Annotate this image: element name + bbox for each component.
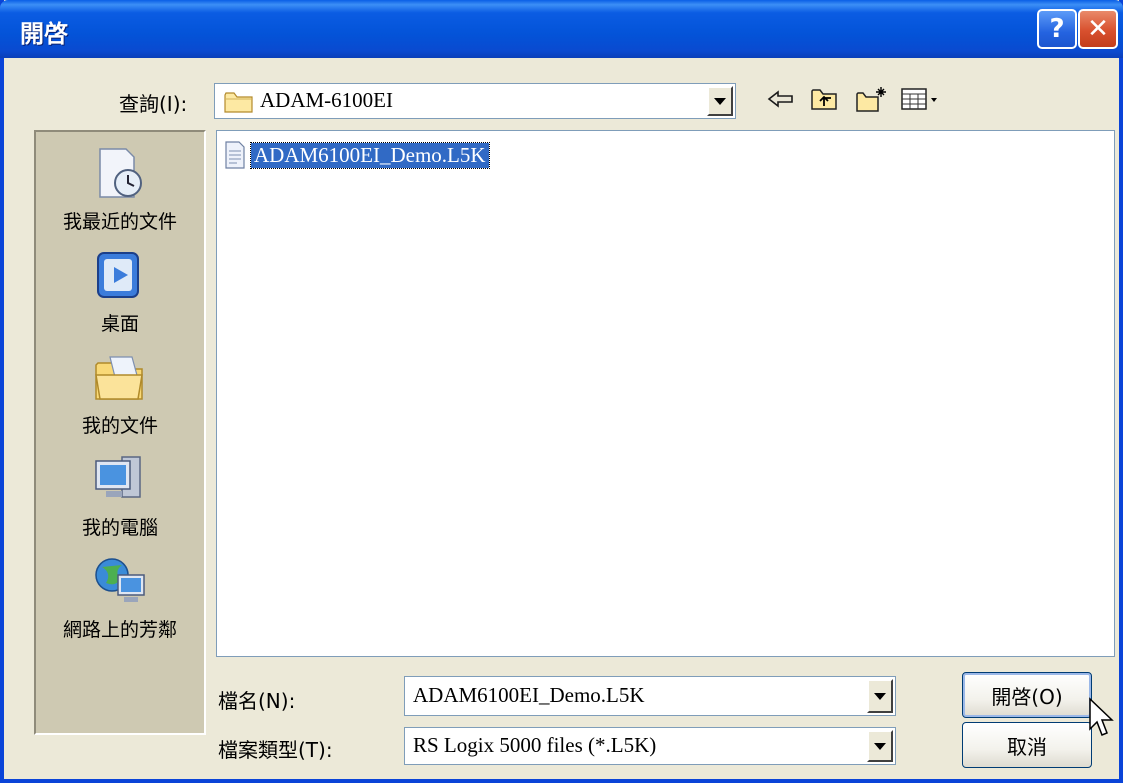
- view-menu-icon[interactable]: [899, 85, 941, 113]
- place-desktop[interactable]: 桌面: [36, 234, 204, 336]
- title-bar[interactable]: 開啓 ? ✕: [0, 0, 1123, 58]
- close-button[interactable]: ✕: [1078, 9, 1118, 49]
- filename-value: ADAM6100EI_Demo.L5K: [413, 683, 645, 707]
- network-places-icon: [95, 558, 145, 602]
- file-list[interactable]: ADAM6100EI_Demo.L5K: [216, 130, 1115, 657]
- place-my-computer[interactable]: 我的電腦: [36, 438, 204, 540]
- back-arrow-icon[interactable]: [766, 85, 796, 113]
- cancel-button-label: 取消: [1007, 734, 1047, 759]
- help-icon: ?: [1049, 14, 1065, 44]
- dialog-title: 開啓: [20, 20, 68, 48]
- recent-documents-icon: [99, 148, 142, 198]
- filename-dropdown-button[interactable]: [867, 679, 893, 713]
- file-item[interactable]: ADAM6100EI_Demo.L5K: [223, 141, 490, 169]
- look-in-value: ADAM-6100EI: [260, 88, 393, 112]
- file-name: ADAM6100EI_Demo.L5K: [250, 141, 490, 169]
- filetype-select[interactable]: RS Logix 5000 files (*.L5K): [404, 727, 896, 765]
- up-folder-icon[interactable]: [808, 85, 840, 113]
- filename-label: 檔名(N):: [218, 689, 296, 713]
- look-in-label: 查詢(I):: [119, 92, 188, 116]
- place-label: 我的文件: [81, 415, 158, 437]
- open-button[interactable]: 開啓(O): [962, 672, 1092, 718]
- place-label: 桌面: [100, 313, 139, 335]
- place-label: 網路上的芳鄰: [62, 619, 177, 641]
- place-my-documents[interactable]: 我的文件: [36, 336, 204, 438]
- my-documents-icon: [95, 356, 143, 400]
- my-computer-icon: [95, 456, 141, 498]
- new-folder-icon[interactable]: [854, 85, 888, 113]
- chevron-down-icon: [874, 692, 886, 700]
- filename-input[interactable]: ADAM6100EI_Demo.L5K: [404, 676, 896, 716]
- places-bar: 我最近的文件 桌面 我的文件 我的電腦 網路上的芳鄰: [34, 130, 206, 735]
- folder-icon: [224, 92, 253, 113]
- desktop-icon: [97, 252, 139, 298]
- look-in-combobox[interactable]: ADAM-6100EI: [214, 83, 736, 119]
- cancel-button[interactable]: 取消: [962, 722, 1092, 768]
- mouse-pointer-icon: [1089, 697, 1114, 736]
- open-file-dialog: 開啓 ? ✕ 查詢(I): ADAM-6100EI 我最近的文件 桌面 我的文件…: [0, 0, 1123, 783]
- filetype-label: 檔案類型(T):: [218, 738, 333, 762]
- help-button[interactable]: ?: [1037, 9, 1077, 49]
- chevron-down-icon: [874, 742, 886, 750]
- filetype-value: RS Logix 5000 files (*.L5K): [413, 733, 657, 757]
- open-button-label: 開啓(O): [991, 684, 1063, 709]
- place-recent-documents[interactable]: 我最近的文件: [36, 132, 204, 234]
- place-label: 我的電腦: [81, 517, 158, 539]
- place-network[interactable]: 網路上的芳鄰: [36, 540, 204, 642]
- look-in-dropdown-button[interactable]: [707, 86, 733, 116]
- close-icon: ✕: [1087, 14, 1109, 44]
- filetype-dropdown-button[interactable]: [867, 730, 893, 762]
- document-icon: [225, 141, 245, 169]
- place-label: 我最近的文件: [62, 211, 177, 233]
- chevron-down-icon: [714, 97, 726, 105]
